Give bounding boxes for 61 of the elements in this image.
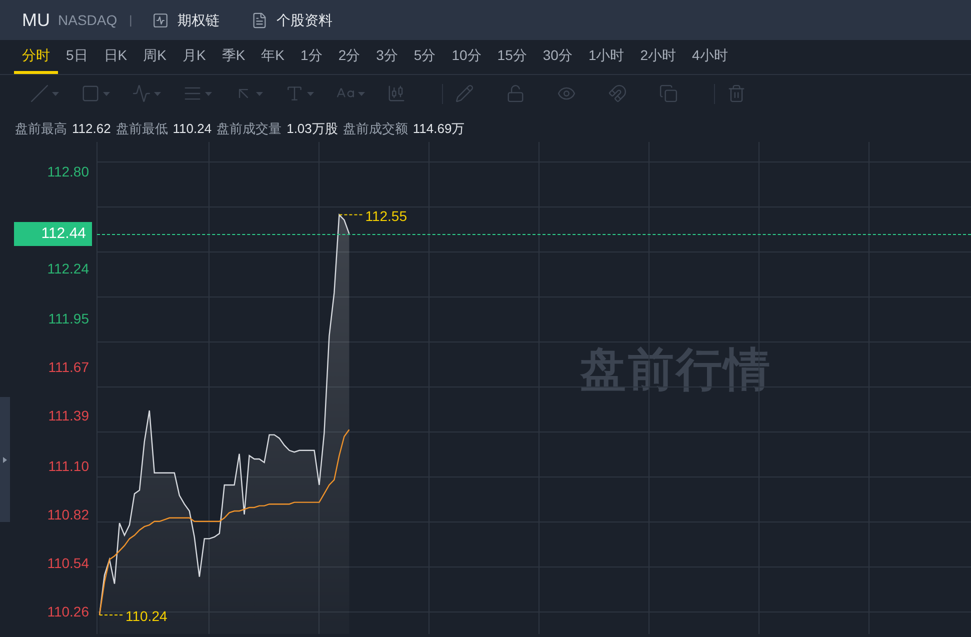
caret-icon [52, 92, 59, 96]
period-tab[interactable]: 1小时 [580, 45, 632, 74]
stat-value: 112.62 [72, 120, 111, 138]
period-tab[interactable]: 周K [135, 45, 174, 74]
y-axis-label: 112.80 [47, 163, 89, 180]
stat-label: 盘前成交额 [342, 120, 408, 138]
period-tab[interactable]: 分时 [14, 45, 58, 74]
stat-value: 110.24 [172, 120, 212, 138]
trash-icon [727, 84, 746, 103]
unlock-icon [506, 84, 525, 103]
caret-icon [103, 92, 110, 96]
y-axis-label: 111.95 [48, 310, 89, 327]
separator: | [129, 12, 132, 29]
stat-value: 114.69万 [412, 120, 465, 138]
header-link[interactable]: 个股资料 [251, 10, 332, 30]
header-link[interactable]: 期权链 [152, 10, 220, 30]
y-axis-label: 111.39 [48, 408, 89, 424]
rectangle-tool-icon [81, 84, 100, 103]
period-tab[interactable]: 2小时 [632, 45, 684, 74]
y-axis-label: 110.54 [47, 554, 89, 571]
y-axis-label: 112.24 [47, 260, 89, 276]
stat-label: 盘前最高 [15, 120, 67, 138]
exchange-name: NASDAQ [58, 10, 118, 30]
period-tab[interactable]: 日K [96, 45, 136, 74]
expand-arrow-icon [3, 456, 7, 462]
period-tab[interactable]: 3分 [368, 45, 406, 74]
caret-icon [154, 92, 161, 96]
period-tab[interactable]: 4小时 [684, 45, 736, 74]
line-tool-icon [30, 84, 49, 103]
bar-chart-icon [387, 84, 406, 103]
stock-symbol: MU [22, 8, 50, 32]
stat-label: 盘前成交量 [216, 120, 282, 138]
period-tab[interactable]: 1分 [292, 45, 330, 74]
chart-icon [152, 12, 170, 28]
period-tab[interactable]: 2分 [330, 45, 368, 74]
period-tab[interactable]: 15分 [489, 45, 535, 74]
caret-icon [358, 92, 365, 96]
caret-icon [256, 92, 263, 96]
magnet-icon [608, 84, 627, 103]
wave-tool-icon [132, 84, 151, 103]
caret-icon [307, 92, 314, 96]
text-tool-icon [285, 84, 304, 103]
period-tab[interactable]: 5日 [58, 45, 96, 74]
y-axis-label: 110.82 [47, 506, 89, 522]
y-axis-label: 110.26 [47, 603, 89, 620]
copy-icon [659, 84, 678, 103]
stat-value: 1.03万股 [286, 120, 338, 138]
y-axis-label: 111.10 [48, 458, 89, 474]
period-tab[interactable]: 月K [174, 45, 214, 74]
period-tab[interactable]: 年K [253, 45, 293, 74]
caret-icon [205, 92, 212, 96]
side-panel-handle[interactable] [0, 397, 10, 522]
period-tab[interactable]: 季K [214, 45, 254, 74]
y-axis-label: 111.67 [48, 359, 89, 376]
period-tab[interactable]: 10分 [444, 45, 490, 74]
current-price-badge: 112.44 [14, 222, 92, 246]
period-tab[interactable]: 30分 [534, 45, 580, 74]
document-icon [251, 12, 268, 28]
period-tab[interactable]: 5分 [406, 45, 444, 74]
stat-label: 盘前最低 [116, 120, 168, 138]
pencil-icon [455, 84, 474, 103]
